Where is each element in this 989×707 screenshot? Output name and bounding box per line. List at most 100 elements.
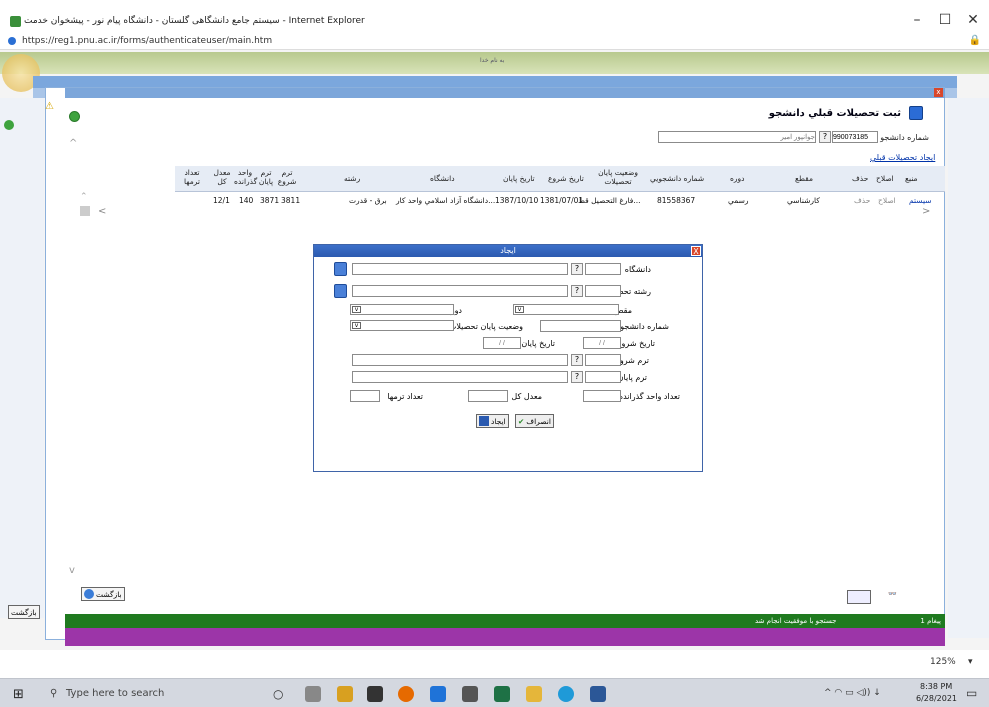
window-title: سیستم جامع دانشگاهی گلستان - دانشگاه پیا… bbox=[24, 16, 365, 26]
zoom-level[interactable]: 125% bbox=[930, 657, 956, 667]
close-button[interactable]: ✕ bbox=[963, 12, 983, 28]
zoom-dropdown-icon[interactable]: ▾ bbox=[968, 657, 973, 667]
taskbar-search-input[interactable]: Type here to search bbox=[66, 688, 164, 699]
notifications-icon[interactable]: ▭ bbox=[966, 686, 977, 700]
col-level: مقطع bbox=[795, 174, 813, 183]
mail-icon[interactable] bbox=[367, 686, 383, 702]
status-select[interactable]: v bbox=[350, 320, 454, 331]
field-lookup-button[interactable]: ? bbox=[571, 285, 583, 297]
windows-start-icon[interactable]: ⊞ bbox=[13, 687, 24, 702]
outer-back-button[interactable]: بازگشت bbox=[8, 605, 40, 619]
student-number-input[interactable] bbox=[832, 131, 878, 143]
url-text[interactable]: https://reg1.pnu.ac.ir/forms/authenticat… bbox=[22, 36, 272, 46]
end-term-lookup-button[interactable]: ? bbox=[571, 371, 583, 383]
address-bar[interactable]: https://reg1.pnu.ac.ir/forms/authenticat… bbox=[0, 34, 989, 50]
internet-explorer-icon[interactable] bbox=[430, 686, 446, 702]
level-select[interactable]: v bbox=[513, 304, 619, 315]
cell-delete-link[interactable]: حذف bbox=[854, 196, 870, 205]
end-date-label: تاريخ پايان bbox=[521, 339, 555, 348]
university-search-icon[interactable] bbox=[334, 262, 347, 276]
col-student-no: شماره دانشجويي bbox=[650, 174, 705, 183]
warning-icon: ⚠ bbox=[45, 101, 54, 112]
left-strip bbox=[0, 98, 44, 618]
window-titlebar: سیستم جامع دانشگاهی گلستان - دانشگاه پیا… bbox=[0, 0, 989, 34]
chevron-down-icon: v bbox=[352, 306, 361, 313]
gpa-input[interactable] bbox=[468, 390, 508, 402]
file-explorer-icon[interactable] bbox=[526, 686, 542, 702]
search-binoculars-icon[interactable]: 👓 bbox=[888, 590, 910, 604]
field-name-input[interactable] bbox=[352, 285, 568, 297]
cell-start-date: 1381/07/01 bbox=[540, 196, 584, 205]
end-term-code-input[interactable] bbox=[585, 371, 621, 383]
firefox-icon[interactable] bbox=[398, 686, 414, 702]
status-message: جستجو با موفقيت انجام شد bbox=[755, 617, 837, 625]
create-previous-education-link[interactable]: ايجاد تحصيلات قبلي bbox=[870, 153, 935, 162]
university-name-input[interactable] bbox=[352, 263, 568, 275]
search-icon[interactable]: ⚲ bbox=[50, 688, 57, 699]
table-row[interactable]: سيستم اصلاح حذف كارشناسي رسمي 81558367 ف… bbox=[175, 194, 945, 205]
status-label: وضعيت پايان تحصيلات bbox=[448, 322, 523, 331]
clock-date[interactable]: 6/28/2021 bbox=[916, 694, 957, 703]
cell-gpa: 12/1 bbox=[213, 196, 230, 205]
student-no-input[interactable] bbox=[540, 320, 621, 332]
form-title: ثبت تحصيلات قبلي دانشجو bbox=[768, 108, 901, 119]
clock-time[interactable]: 8:38 PM bbox=[920, 682, 952, 691]
edge-icon[interactable] bbox=[558, 686, 574, 702]
cell-start-term: 3811 bbox=[281, 196, 301, 205]
col-delete: حذف bbox=[852, 174, 869, 183]
end-date-input[interactable] bbox=[483, 337, 521, 349]
scroll-thumb[interactable] bbox=[80, 206, 90, 216]
cell-edit-link[interactable]: اصلاح bbox=[878, 196, 896, 205]
university-lookup-button[interactable]: ? bbox=[571, 263, 583, 275]
dialog-title: ايجاد bbox=[500, 246, 516, 255]
scroll-up-icon[interactable]: ^ bbox=[69, 138, 77, 149]
col-university: دانشگاه bbox=[430, 174, 455, 183]
task-view-icon[interactable] bbox=[305, 686, 321, 702]
excel-icon[interactable] bbox=[494, 686, 510, 702]
col-course: دوره bbox=[730, 174, 745, 183]
right-strip bbox=[948, 98, 989, 638]
student-name-input[interactable] bbox=[658, 131, 816, 143]
pen-icon[interactable] bbox=[462, 686, 478, 702]
cancel-button-label: انصراف bbox=[526, 416, 551, 426]
start-term-name-input[interactable] bbox=[352, 354, 568, 366]
banner-slogan: به نام خدا bbox=[480, 57, 505, 64]
minimize-button[interactable]: – bbox=[907, 12, 927, 28]
main-close-icon[interactable]: x bbox=[934, 88, 943, 97]
field-code-input[interactable] bbox=[585, 285, 621, 297]
create-button[interactable]: ايجاد bbox=[476, 414, 509, 428]
student-lookup-button[interactable]: ? bbox=[819, 131, 831, 143]
course-select[interactable]: v bbox=[350, 304, 454, 315]
export-icon[interactable] bbox=[847, 590, 871, 604]
app-icon bbox=[10, 16, 21, 27]
status-page: 1 پيغام bbox=[920, 617, 941, 625]
scroll-down-icon[interactable]: v bbox=[69, 565, 75, 576]
start-date-label: تاريخ شروع bbox=[616, 339, 655, 348]
maximize-button[interactable]: ☐ bbox=[935, 12, 955, 28]
start-term-code-input[interactable] bbox=[585, 354, 621, 366]
start-term-lookup-button[interactable]: ? bbox=[571, 354, 583, 366]
col-source: منبع bbox=[905, 174, 918, 183]
scroll-right-icon[interactable]: > bbox=[922, 206, 930, 217]
end-term-label: ترم پايان bbox=[617, 373, 647, 382]
cell-status: فارغ التحصيل قط... bbox=[578, 196, 641, 205]
units-input[interactable] bbox=[583, 390, 621, 402]
word-icon[interactable] bbox=[590, 686, 606, 702]
cell-source: سيستم bbox=[909, 196, 932, 205]
cortana-icon[interactable]: ○ bbox=[273, 687, 283, 701]
cell-field: برق - قدرت bbox=[349, 196, 387, 205]
cancel-button[interactable]: ✔ انصراف bbox=[515, 414, 554, 428]
scroll-left-icon[interactable]: < bbox=[98, 206, 106, 217]
collapse-icon[interactable]: ⌃ bbox=[80, 192, 88, 202]
system-tray-icons[interactable]: ^ ◠ ▭ ◁)) ↓ bbox=[824, 688, 881, 698]
dialog-close-button[interactable]: X bbox=[691, 246, 701, 256]
terms-input[interactable] bbox=[350, 390, 380, 402]
store-icon[interactable] bbox=[337, 686, 353, 702]
back-button-label: بازگشت bbox=[96, 589, 122, 599]
start-date-input[interactable] bbox=[583, 337, 621, 349]
end-term-name-input[interactable] bbox=[352, 371, 568, 383]
back-button[interactable]: بازگشت bbox=[81, 587, 125, 601]
university-code-input[interactable] bbox=[585, 263, 621, 275]
university-label: دانشگاه bbox=[624, 265, 651, 274]
field-search-icon[interactable] bbox=[334, 284, 347, 298]
